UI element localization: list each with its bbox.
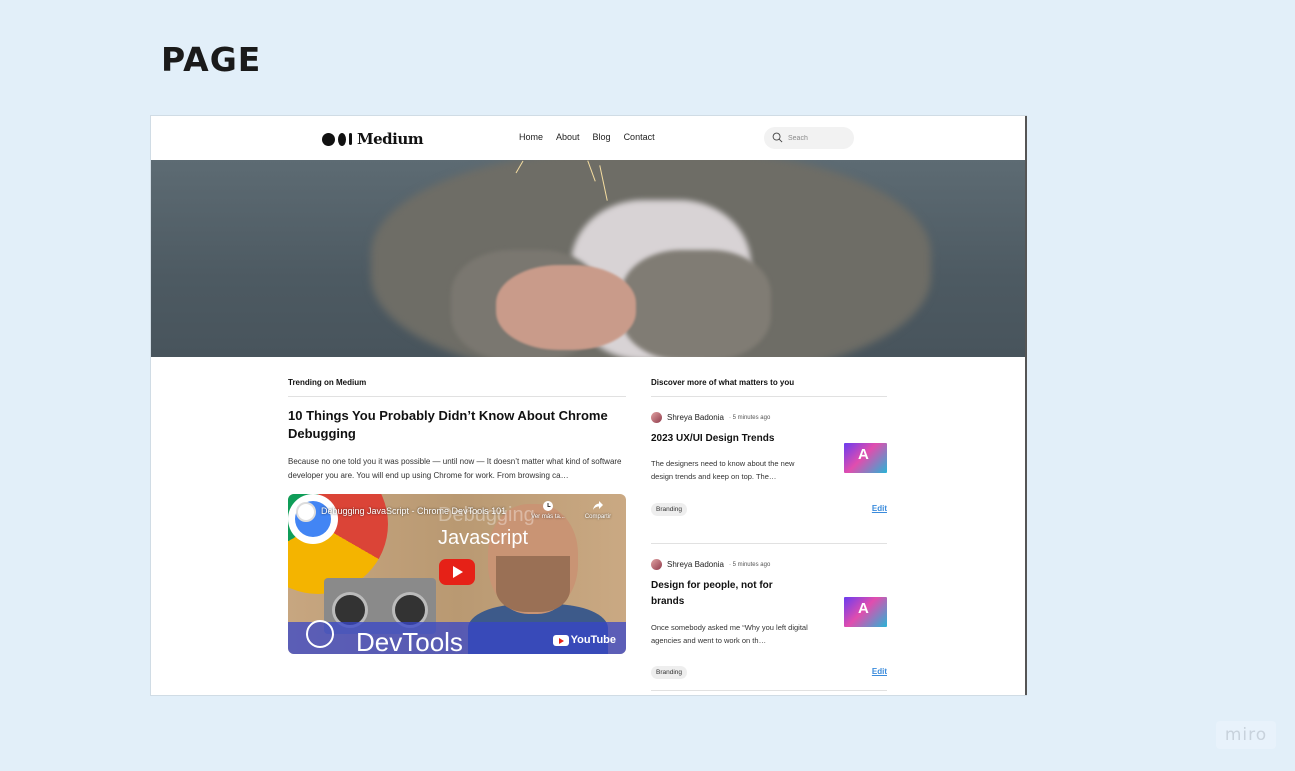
article-card[interactable]: Shreya Badonia · 5 minutes ago 2023 UX/U… xyxy=(651,397,887,544)
article-title[interactable]: Design for people, not for brands xyxy=(651,578,801,610)
nav-link-contact[interactable]: Contact xyxy=(624,132,655,142)
presenter-beard-shape xyxy=(496,556,570,612)
thumbnail-letter: A xyxy=(858,446,869,463)
hero-right-cuff-shape xyxy=(621,250,771,357)
article-excerpt: The designers need to know about the new… xyxy=(651,459,795,481)
youtube-video-embed[interactable]: Debugging JavaScript - Chrome DevTools 1… xyxy=(288,494,626,654)
tag-chip[interactable]: Branding xyxy=(651,666,688,679)
time-ago-value: 5 minutes ago xyxy=(732,414,771,421)
medium-logo[interactable]: Medium xyxy=(322,130,424,148)
hero-hands-shape xyxy=(496,265,636,350)
watch-later-label: Ver más ta... xyxy=(531,514,565,520)
video-overlay-line-2: Javascript xyxy=(438,527,529,549)
author-name[interactable]: Shreya Badonia xyxy=(667,560,724,569)
nav-link-about[interactable]: About xyxy=(556,132,580,142)
nav-link-home[interactable]: Home xyxy=(519,132,543,142)
discover-column: Discover more of what matters to you Shr… xyxy=(651,378,887,691)
logo-mark-mid-dot xyxy=(338,132,346,146)
search-icon xyxy=(772,132,783,143)
logo-mark-large-dot xyxy=(322,132,335,146)
tag-chip[interactable]: Branding xyxy=(651,503,688,516)
channel-avatar[interactable] xyxy=(296,502,316,522)
page-frame: Medium Home About Blog Contact Trending … xyxy=(151,116,1026,695)
nav-link-blog[interactable]: Blog xyxy=(593,132,611,142)
trending-heading: Trending on Medium xyxy=(288,378,626,397)
logo-text: Medium xyxy=(357,130,424,148)
time-ago-value: 5 minutes ago xyxy=(732,561,771,568)
avatar[interactable] xyxy=(651,412,662,423)
play-button[interactable] xyxy=(439,559,475,585)
trending-article-title[interactable]: 10 Things You Probably Didn’t Know About… xyxy=(288,407,626,443)
video-overlay-line-1: Debugging xyxy=(438,504,535,526)
frame-edge xyxy=(1025,116,1027,695)
miro-watermark: miro xyxy=(1216,721,1276,749)
youtube-icon xyxy=(552,634,569,646)
watch-later-button[interactable]: Ver más ta... xyxy=(528,500,568,520)
logo-mark-bar xyxy=(349,133,352,145)
time-ago: · 5 minutes ago xyxy=(728,561,771,568)
article-thumbnail[interactable]: A xyxy=(844,597,887,627)
trending-article-excerpt: Because no one told you it was possible … xyxy=(288,457,622,480)
share-label: Compartir xyxy=(584,514,612,520)
edit-link[interactable]: Edit xyxy=(872,504,887,513)
share-button[interactable]: Compartir xyxy=(578,500,618,520)
share-icon xyxy=(593,501,603,510)
article-card[interactable]: Shreya Badonia · 5 minutes ago Design fo… xyxy=(651,544,887,691)
article-meta: Shreya Badonia · 5 minutes ago xyxy=(651,412,770,423)
video-brand-text: DevTools xyxy=(356,627,463,654)
thumbnail-letter: A xyxy=(858,600,869,617)
search-box[interactable] xyxy=(764,127,854,149)
devtools-logo-icon xyxy=(306,620,334,648)
youtube-badge[interactable]: YouTube xyxy=(552,634,616,646)
youtube-label: YouTube xyxy=(570,634,616,646)
time-ago: · 5 minutes ago xyxy=(728,414,771,421)
avatar[interactable] xyxy=(651,559,662,570)
edit-link[interactable]: Edit xyxy=(872,667,887,676)
top-navigation: Medium Home About Blog Contact xyxy=(151,116,1026,160)
board-frame-title: PAGE xyxy=(161,40,262,79)
clock-icon xyxy=(543,501,553,511)
search-input[interactable] xyxy=(788,131,848,145)
article-title[interactable]: 2023 UX/UI Design Trends xyxy=(651,431,801,447)
author-name[interactable]: Shreya Badonia xyxy=(667,413,724,422)
hero-image xyxy=(151,160,1026,357)
article-excerpt: Once somebody asked me “Why you left dig… xyxy=(651,623,808,645)
article-meta: Shreya Badonia · 5 minutes ago xyxy=(651,559,770,570)
trending-column: Trending on Medium 10 Things You Probabl… xyxy=(288,378,626,654)
article-thumbnail[interactable]: A xyxy=(844,443,887,473)
discover-heading: Discover more of what matters to you xyxy=(651,378,887,397)
nav-links: Home About Blog Contact xyxy=(519,132,655,142)
